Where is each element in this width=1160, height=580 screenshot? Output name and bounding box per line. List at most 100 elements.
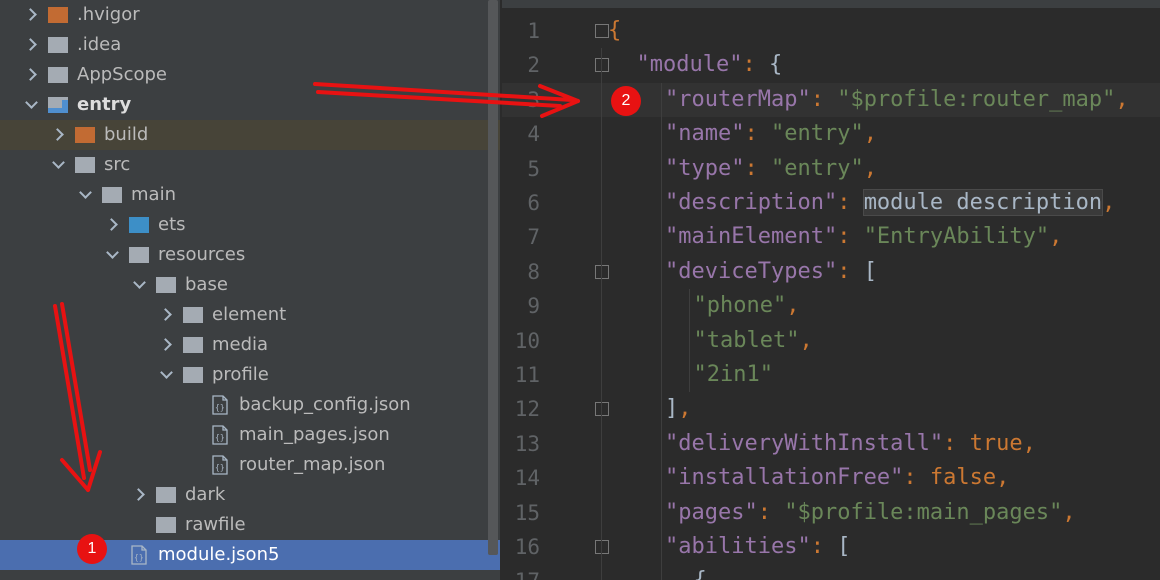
- tree-item-label: media: [212, 334, 269, 355]
- code-text: "pages": "$profile:main_pages",: [665, 496, 1076, 530]
- chevron-right-icon[interactable]: [22, 0, 42, 30]
- code-text: ],: [665, 392, 692, 426]
- chevron-right-icon[interactable]: [49, 120, 69, 150]
- code-token: :: [810, 534, 838, 559]
- tree-item-profile[interactable]: profile: [0, 360, 500, 390]
- chevron-down-icon[interactable]: [76, 180, 96, 210]
- code-token: :: [837, 258, 864, 284]
- chevron-down-icon[interactable]: [103, 240, 123, 270]
- tree-item-media[interactable]: media: [0, 330, 500, 360]
- json-file-icon: {}: [212, 425, 228, 445]
- code-token: "name": [665, 121, 745, 147]
- tree-item-dark[interactable]: dark: [0, 480, 500, 510]
- code-text: "2in1": [694, 358, 773, 392]
- tree-item-backup-config-json[interactable]: {} backup_config.json: [0, 390, 500, 420]
- code-text: {: [694, 564, 707, 580]
- tree-item-ets[interactable]: ets: [0, 210, 500, 240]
- tree-item-label: rawfile: [185, 514, 246, 535]
- tree-item-appscope[interactable]: AppScope: [0, 60, 500, 90]
- tree-item-element[interactable]: element: [0, 300, 500, 330]
- chevron-right-icon[interactable]: [130, 480, 150, 510]
- code-text: "type": "entry",: [665, 152, 877, 186]
- chevron-down-icon[interactable]: [22, 90, 42, 120]
- code-token: :: [744, 155, 771, 181]
- tree-item-module-json5[interactable]: {} module.json5: [0, 540, 500, 570]
- code-token: "pages": [665, 499, 758, 525]
- code-token: ,: [1049, 224, 1063, 250]
- code-token: ,: [863, 121, 877, 147]
- tree-item-label: backup_config.json: [239, 394, 411, 415]
- chevron-right-icon[interactable]: [157, 300, 177, 330]
- code-text: "routerMap": "$profile:router_map",: [665, 83, 1129, 117]
- fold-marker-icon[interactable]: [595, 264, 609, 279]
- chevron-down-icon[interactable]: [130, 270, 150, 300]
- tree-item-label: profile: [212, 364, 269, 385]
- folder-icon: [183, 307, 203, 323]
- svg-text:{}: {}: [215, 463, 225, 472]
- code-text: "description": module description,: [665, 186, 1115, 220]
- code-editor[interactable]: 1{2 "module": {3 "routerMap": "$profile:ro…: [502, 0, 1160, 580]
- code-text: "deviceTypes": [: [665, 255, 877, 289]
- code-token: {: [768, 52, 783, 78]
- chevron-right-icon[interactable]: [103, 210, 123, 240]
- chevron-down-icon[interactable]: [49, 150, 69, 180]
- fold-marker-icon[interactable]: [595, 540, 609, 554]
- code-text: "module": {: [637, 48, 783, 82]
- code-token: "module": [636, 52, 743, 78]
- code-line[interactable]: 1{: [502, 14, 1160, 48]
- code-token: [: [863, 258, 877, 284]
- tree-item-label: .hvigor: [77, 4, 140, 25]
- tree-item-src[interactable]: src: [0, 150, 500, 180]
- editor-tab-bar: [502, 0, 1160, 8]
- code-token: "type": [665, 155, 745, 181]
- folder-icon: [156, 487, 176, 503]
- svg-text:{}: {}: [134, 553, 144, 562]
- chevron-right-icon[interactable]: [22, 60, 42, 90]
- tree-item-idea[interactable]: .idea: [0, 30, 500, 60]
- code-token: :: [742, 52, 769, 78]
- fold-marker-icon[interactable]: [595, 58, 609, 73]
- project-tree-panel: .hvigor .idea AppScope entry build src main ets…: [0, 0, 500, 580]
- tree-item-resources[interactable]: resources: [0, 240, 500, 270]
- chevron-right-icon[interactable]: [157, 330, 177, 360]
- line-number: 17: [502, 564, 540, 580]
- annotation-badge-2: 2: [611, 86, 641, 116]
- tree-item-build[interactable]: build: [0, 120, 500, 150]
- code-token: "entry": [770, 155, 864, 181]
- tree-item-router-map-json[interactable]: {} router_map.json: [0, 450, 500, 480]
- code-token: "description": [665, 190, 838, 215]
- code-text: "abilities": [: [665, 530, 850, 564]
- tree-item-rawfile[interactable]: rawfile: [0, 510, 500, 540]
- svg-text:{}: {}: [215, 403, 225, 412]
- tree-item-hvigor[interactable]: .hvigor: [0, 0, 500, 30]
- tree-item-label: src: [104, 154, 131, 175]
- tree-item-main[interactable]: main: [0, 180, 500, 210]
- code-token: ,: [786, 293, 800, 319]
- code-token: ,: [1022, 430, 1036, 456]
- line-number: 9: [527, 294, 540, 319]
- code-token: "deliveryWithInstall": [665, 430, 944, 456]
- tree-item-entry[interactable]: entry: [0, 90, 500, 120]
- folder-icon: [156, 517, 176, 533]
- fold-marker-icon[interactable]: [595, 402, 609, 417]
- chevron-down-icon[interactable]: [157, 360, 177, 390]
- indent-guide: [689, 289, 690, 393]
- code-text: {: [608, 14, 621, 48]
- code-token: module description: [862, 189, 1104, 216]
- chevron-right-icon[interactable]: [22, 30, 42, 60]
- line-number: 8: [527, 259, 540, 284]
- tree-item-label: main: [131, 184, 176, 205]
- code-token: :: [903, 465, 930, 491]
- tree-item-main-pages-json[interactable]: {} main_pages.json: [0, 420, 500, 450]
- tree-item-base[interactable]: base: [0, 270, 500, 300]
- tree-item-label: base: [185, 274, 228, 295]
- code-token: ,: [1115, 86, 1129, 112]
- fold-marker-icon[interactable]: [595, 24, 609, 38]
- code-token: "mainElement": [665, 224, 838, 250]
- project-tree-scrollbar[interactable]: [488, 0, 498, 555]
- line-number: 5: [527, 156, 540, 181]
- code-token: "installationFree": [665, 465, 904, 491]
- code-token: [: [837, 534, 851, 559]
- tree-item-label: router_map.json: [239, 454, 386, 475]
- code-token: "abilities": [665, 534, 811, 559]
